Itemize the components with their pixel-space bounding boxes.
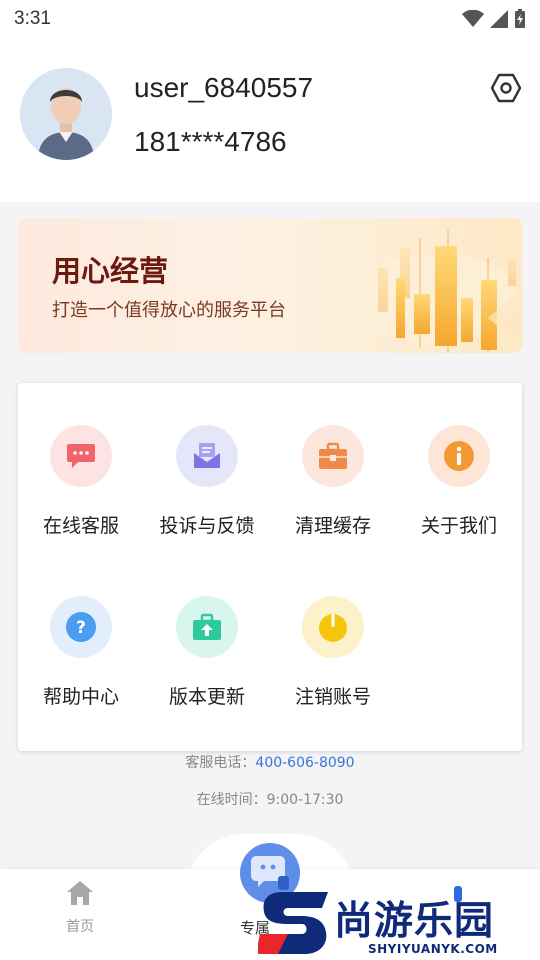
watermark: 尚游乐园 SHYIYUANYK.COM bbox=[258, 888, 540, 960]
services-card: 在线客服 投诉与反馈 清理缓存 关于我们 ? 帮助中心 版本更新 注销账号 bbox=[18, 383, 522, 751]
about-us-icon-bg bbox=[428, 425, 490, 487]
svg-text:?: ? bbox=[76, 618, 86, 638]
status-time: 3:31 bbox=[14, 8, 51, 29]
service-label: 版本更新 bbox=[168, 686, 245, 708]
username: user_6840557 bbox=[134, 72, 314, 103]
delete-account-icon-bg bbox=[302, 596, 364, 658]
online-hours: 在线时间：9:00-17:30 bbox=[196, 792, 344, 808]
home-icon bbox=[67, 881, 93, 905]
online-support-icon-bg bbox=[50, 425, 112, 487]
profile-header: user_6840557 181****4786 bbox=[0, 38, 540, 202]
service-delete-account[interactable]: 注销账号 bbox=[270, 554, 396, 708]
service-label: 清理缓存 bbox=[294, 515, 371, 537]
toolbox-icon bbox=[319, 442, 347, 469]
mail-icon bbox=[194, 443, 220, 468]
service-online-support[interactable]: 在线客服 bbox=[18, 383, 144, 537]
contact-phone-label: 客服电话： bbox=[185, 755, 256, 771]
tab-home-label: 首页 bbox=[66, 919, 94, 935]
service-label: 帮助中心 bbox=[42, 686, 119, 708]
signal-icon bbox=[490, 10, 508, 28]
help-icon: ? bbox=[66, 612, 96, 642]
service-label: 投诉与反馈 bbox=[159, 515, 255, 537]
chat-face-icon bbox=[251, 856, 289, 890]
status-bar: 3:31 bbox=[0, 0, 540, 38]
help-center-icon-bg: ? bbox=[50, 596, 112, 658]
service-feedback[interactable]: 投诉与反馈 bbox=[144, 383, 270, 537]
service-clear-cache[interactable]: 清理缓存 bbox=[270, 383, 396, 537]
info-icon bbox=[444, 441, 474, 471]
service-label: 注销账号 bbox=[294, 686, 371, 708]
avatar-person-icon bbox=[20, 68, 112, 160]
candlestick-illustration-icon bbox=[358, 230, 522, 353]
settings-icon[interactable] bbox=[490, 72, 522, 104]
contact-phone-number[interactable]: 400-606-8090 bbox=[255, 755, 354, 771]
power-icon bbox=[319, 614, 347, 642]
service-about-us[interactable]: 关于我们 bbox=[396, 383, 522, 537]
service-help-center[interactable]: ? 帮助中心 bbox=[18, 554, 144, 708]
tab-home[interactable]: 首页 bbox=[50, 880, 110, 936]
service-label: 在线客服 bbox=[42, 515, 119, 537]
banner-title: 用心经营 bbox=[52, 254, 169, 288]
contact-phone-line: 客服电话：400-606-8090 bbox=[0, 752, 540, 772]
avatar[interactable] bbox=[20, 68, 112, 160]
service-version-update[interactable]: 版本更新 bbox=[144, 554, 270, 708]
watermark-text: 尚游乐园 bbox=[334, 899, 495, 944]
clear-cache-icon-bg bbox=[302, 425, 364, 487]
user-phone: 181****4786 bbox=[134, 126, 287, 157]
banner-subtitle: 打造一个值得放心的服务平台 bbox=[52, 300, 286, 321]
version-update-icon-bg bbox=[176, 596, 238, 658]
battery-icon bbox=[515, 9, 525, 28]
feedback-icon-bg bbox=[176, 425, 238, 487]
promo-banner[interactable]: 用心经营 打造一个值得放心的服务平台 bbox=[18, 218, 522, 353]
update-icon bbox=[193, 613, 221, 640]
watermark-url: SHYIYUANYK.COM bbox=[368, 942, 498, 956]
status-icons bbox=[462, 9, 526, 29]
service-label: 关于我们 bbox=[420, 515, 497, 537]
chat-bubble-icon bbox=[67, 444, 95, 468]
watermark-logo-icon bbox=[258, 892, 328, 954]
wifi-icon bbox=[462, 10, 484, 27]
